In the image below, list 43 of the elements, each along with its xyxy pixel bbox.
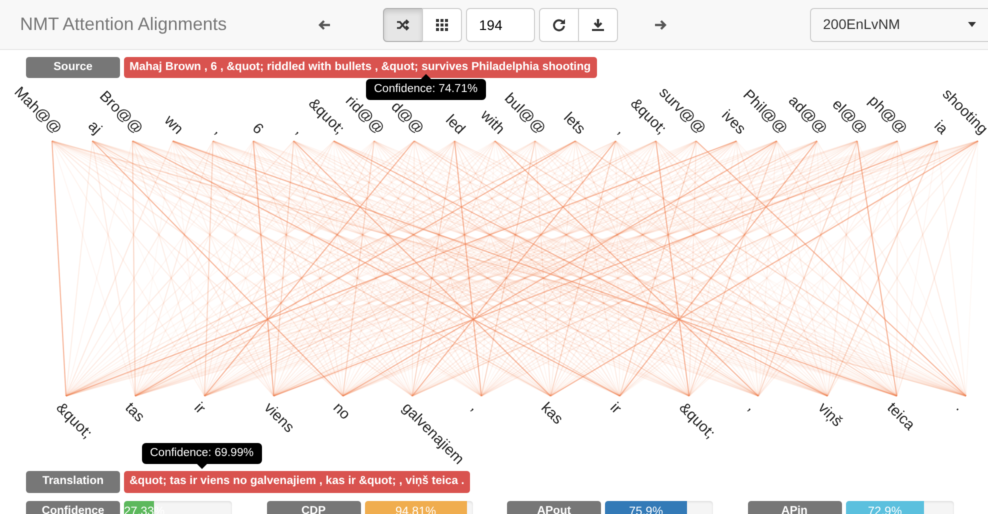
source-token: lets — [561, 110, 588, 138]
arrow-right-icon — [654, 18, 668, 32]
source-sentence: Mahaj Brown , 6 , &quot; riddled with bullets , &quot; survives Philadelphia shooting — [124, 57, 597, 78]
metric-label: Confidence — [26, 500, 120, 514]
target-token: . — [953, 400, 967, 414]
confidence-tooltip: Confidence: 74.71% — [366, 79, 486, 100]
source-token: ives — [719, 108, 749, 138]
confidence-tooltip: Confidence: 69.99% — [142, 443, 262, 464]
source-token: led — [442, 112, 468, 138]
target-token: tas — [122, 400, 148, 425]
caret-icon — [968, 22, 976, 27]
metric-label: APout — [507, 500, 601, 514]
translation-sentence: &quot; tas ir viens no galvenajiem , kas ir &quot; , viņš teica . — [124, 471, 470, 492]
download-button[interactable] — [578, 8, 618, 42]
target-token: kas — [538, 400, 566, 428]
source-token: , — [614, 124, 628, 138]
target-token: no — [330, 400, 353, 423]
translation-label: Translation — [26, 471, 120, 492]
target-token: ir — [607, 400, 624, 417]
shuffle-icon — [396, 18, 410, 32]
tooltip-pointer — [196, 464, 207, 469]
refresh-icon — [552, 18, 566, 32]
source-token: 6 — [250, 120, 266, 138]
target-token: ir — [192, 400, 208, 417]
number-field[interactable]: 194 — [466, 8, 535, 42]
arrow-left-icon — [317, 18, 331, 32]
target-token: , — [746, 400, 760, 414]
source-label: Source — [26, 57, 120, 78]
source-token: , — [212, 124, 226, 138]
source-token: with — [478, 108, 508, 138]
shuffle-button[interactable] — [383, 8, 423, 42]
source-token: , — [292, 124, 306, 138]
app-title: NMT Attention Alignments — [20, 13, 228, 36]
grid-icon — [435, 18, 449, 32]
dataset-select[interactable]: 200EnLvNM — [810, 8, 988, 42]
download-icon — [591, 18, 605, 32]
grid-button[interactable] — [422, 8, 462, 42]
refresh-button[interactable] — [539, 8, 579, 42]
target-token: , — [468, 400, 482, 414]
metric-label: CDP — [266, 500, 360, 514]
source-token: wn — [161, 113, 186, 138]
target-token: viņš — [814, 400, 844, 430]
metric-label: APin — [748, 500, 842, 514]
